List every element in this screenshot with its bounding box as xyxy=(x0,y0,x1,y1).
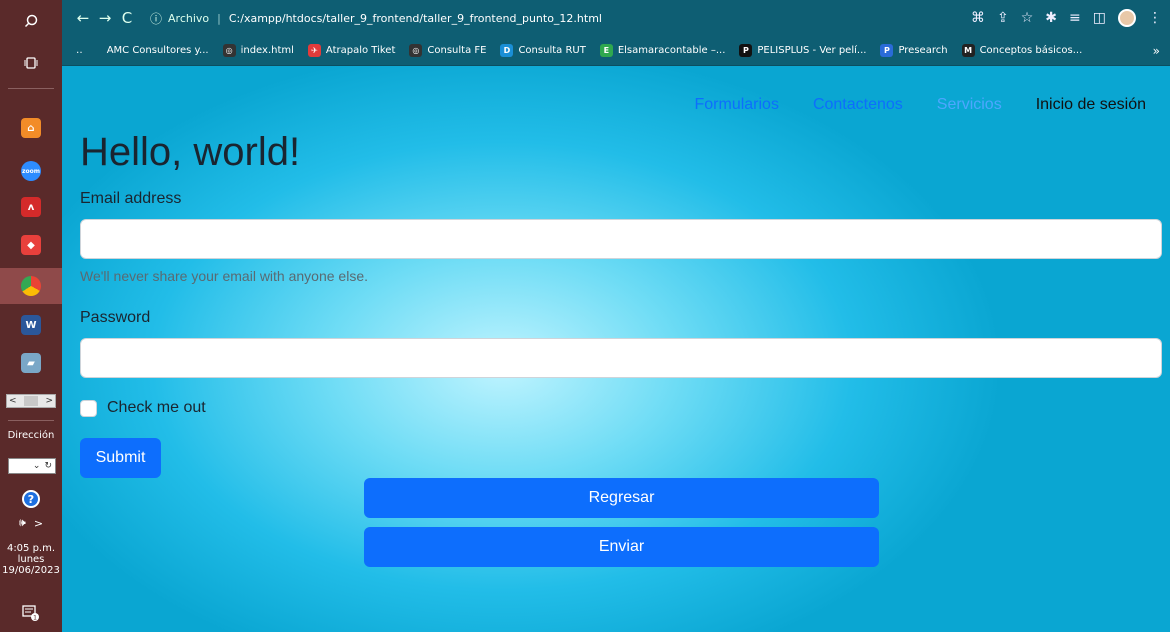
speaker-icon[interactable]: 🕪 xyxy=(19,516,26,530)
word-app-icon[interactable]: W xyxy=(0,312,62,338)
bookmark-item[interactable]: P PELISPLUS - Ver pelí... xyxy=(739,44,866,57)
tray-area: 🕪 > xyxy=(0,514,62,532)
address-toolbar-label: Dirección xyxy=(7,430,55,441)
url-text: C:/xampp/htdocs/taller_9_frontend/taller… xyxy=(228,11,602,25)
side-panel-icon[interactable]: ◫ xyxy=(1093,10,1106,26)
zoom-app-icon[interactable]: zoom xyxy=(0,158,62,184)
bookmark-label: Elsamaracontable –... xyxy=(617,45,726,56)
clock-date: 19/06/2023 xyxy=(2,565,60,576)
bookmark-item[interactable]: AMC Consultores y... xyxy=(88,44,209,57)
scroll-left-icon[interactable]: < xyxy=(9,396,17,406)
help-icon[interactable]: ? xyxy=(0,488,62,510)
pelisplus-icon: P xyxy=(739,44,753,57)
nav-link-formularios[interactable]: Formularios xyxy=(694,96,778,114)
address-toolbar-input[interactable]: ⌄ ↻ xyxy=(8,458,56,474)
profile-avatar[interactable] xyxy=(1118,9,1136,27)
reading-list-icon[interactable]: ≡ xyxy=(1069,10,1081,26)
top-nav: Formularios Contactenos Servicios Inicio… xyxy=(694,96,1146,114)
bookmark-item[interactable]: M Conceptos básicos... xyxy=(961,44,1083,57)
enviar-button[interactable]: Enviar xyxy=(364,527,879,567)
email-label: Email address xyxy=(80,190,182,207)
notifications-icon[interactable]: 1 xyxy=(0,602,62,624)
bookmark-item[interactable]: ◎ Consulta FE xyxy=(409,44,486,57)
search-icon[interactable] xyxy=(0,10,62,32)
bookmark-label: Consulta RUT xyxy=(518,45,586,56)
url-divider: | xyxy=(217,11,221,25)
check-me-out-label[interactable]: Check me out xyxy=(107,399,206,417)
email-help-text: We'll never share your email with anyone… xyxy=(80,268,368,284)
globe-icon: ◎ xyxy=(222,44,236,57)
scroll-thumb[interactable] xyxy=(24,396,38,406)
extensions-icon[interactable]: ✱ xyxy=(1045,10,1057,26)
password-label: Password xyxy=(80,309,151,326)
taskbar-clock[interactable]: 4:05 p.m. lunes 19/06/2023 xyxy=(0,543,62,576)
taskbar-divider xyxy=(8,420,54,421)
refresh-icon[interactable]: ↻ xyxy=(44,461,52,471)
check-me-out-checkbox[interactable] xyxy=(80,399,97,417)
reload-icon[interactable]: C xyxy=(116,9,138,27)
wifi-app-icon[interactable]: ⌂ xyxy=(0,115,62,141)
atrapalo-icon: ✈ xyxy=(307,44,321,57)
back-arrow-icon[interactable]: ← xyxy=(72,9,94,27)
menu-icon[interactable]: ⋮ xyxy=(1148,10,1162,26)
page-viewport: Formularios Contactenos Servicios Inicio… xyxy=(62,66,1170,632)
windows-taskbar: ⌂ zoom ᴧ ◆ W ▰ < > Dirección ⌄ ↻ ? 🕪 > 4… xyxy=(0,0,62,632)
svg-text:1: 1 xyxy=(33,615,37,622)
browser-toolbar: ← → C ⓘ Archivo | C:/xampp/htdocs/taller… xyxy=(62,0,1170,36)
regresar-button[interactable]: Regresar xyxy=(364,478,879,518)
clock-day: lunes xyxy=(17,554,45,565)
bookmark-label: PELISPLUS - Ver pelí... xyxy=(757,45,867,56)
address-bar[interactable]: ⓘ Archivo | C:/xampp/htdocs/taller_9_fro… xyxy=(146,7,936,29)
conceptos-icon: M xyxy=(961,44,975,57)
presearch-icon: P xyxy=(880,44,894,57)
bookmarks-bar: ‥ AMC Consultores y... ◎ index.html ✈ Atrapa… xyxy=(62,36,1170,66)
scroll-right-icon[interactable]: > xyxy=(45,396,53,406)
amc-icon xyxy=(88,44,102,57)
acrobat-app-icon[interactable]: ᴧ xyxy=(0,194,62,220)
bookmark-item[interactable]: D Consulta RUT xyxy=(500,44,586,57)
page-title: Hello, world! xyxy=(80,130,301,174)
apps-icon[interactable]: ‥ xyxy=(76,45,83,56)
nav-link-servicios[interactable]: Servicios xyxy=(937,96,1002,114)
notes-app-icon[interactable]: ▰ xyxy=(0,350,62,376)
check-me-out-row: Check me out xyxy=(80,399,206,417)
elsa-icon: E xyxy=(599,44,613,57)
url-scheme: Archivo xyxy=(168,11,210,25)
clock-time: 4:05 p.m. xyxy=(6,543,56,554)
bookmark-label: AMC Consultores y... xyxy=(106,45,209,56)
nav-link-login[interactable]: Inicio de sesión xyxy=(1036,96,1146,114)
globe-icon: ◎ xyxy=(409,44,423,57)
email-field[interactable] xyxy=(80,219,1162,259)
task-view-icon[interactable] xyxy=(0,52,62,74)
bookmark-item[interactable]: E Elsamaracontable –... xyxy=(599,44,726,57)
bookmark-item[interactable]: P Presearch xyxy=(880,44,948,57)
bookmark-item[interactable]: ◎ index.html xyxy=(222,44,294,57)
share-icon[interactable]: ⇪ xyxy=(997,10,1009,26)
taskbar-scrollbar[interactable]: < > xyxy=(6,394,56,408)
nav-link-contactenos[interactable]: Contactenos xyxy=(813,96,903,114)
bookmark-label: Consulta FE xyxy=(427,45,487,56)
taskbar-divider xyxy=(8,88,54,89)
chevron-right-icon[interactable]: > xyxy=(34,517,43,530)
chevron-down-icon[interactable]: ⌄ xyxy=(33,461,41,471)
bookmark-label: Conceptos básicos... xyxy=(979,45,1083,56)
bookmark-label: index.html xyxy=(240,45,294,56)
anydesk-app-icon[interactable]: ◆ xyxy=(0,232,62,258)
bookmark-label: Atrapalo Tiket xyxy=(325,45,396,56)
bookmark-star-icon[interactable]: ☆ xyxy=(1021,10,1034,26)
info-icon[interactable]: ⓘ xyxy=(150,10,162,27)
submit-button[interactable]: Submit xyxy=(80,438,161,478)
dian-icon: D xyxy=(500,44,514,57)
toolbar-actions: ⌘ ⇪ ☆ ✱ ≡ ◫ ⋮ xyxy=(971,0,1162,36)
more-bookmarks-icon[interactable]: » xyxy=(1153,44,1160,58)
password-field[interactable] xyxy=(80,338,1162,378)
bookmark-item[interactable]: ✈ Atrapalo Tiket xyxy=(307,44,396,57)
bookmark-label: Presearch xyxy=(898,45,948,56)
translate-icon[interactable]: ⌘ xyxy=(971,10,985,26)
forward-arrow-icon[interactable]: → xyxy=(94,9,116,27)
bookmarks-list: AMC Consultores y... ◎ index.html ✈ Atrapalo… xyxy=(88,44,1097,57)
chrome-app-icon[interactable] xyxy=(0,268,62,304)
